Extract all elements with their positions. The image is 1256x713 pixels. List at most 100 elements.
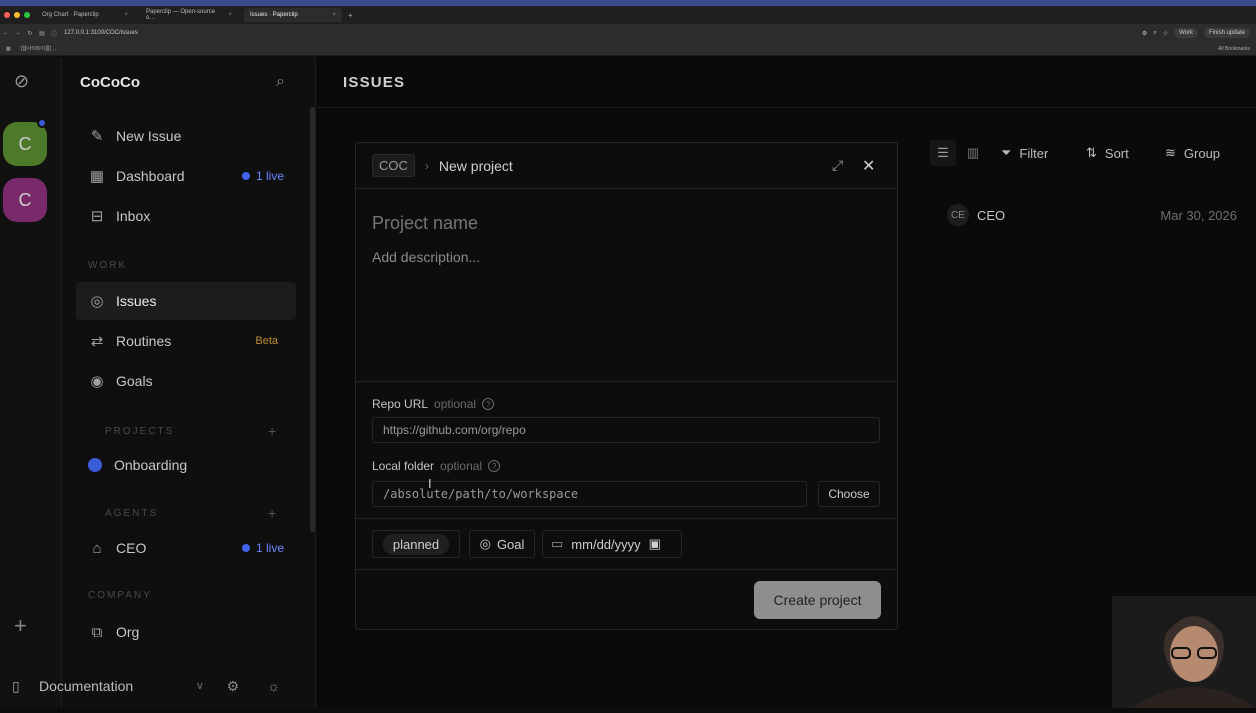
bookmark-item[interactable]: [웹사이트이름] ... (21, 45, 57, 52)
group-button[interactable]: ≋ Group (1165, 140, 1220, 166)
paperclip-icon[interactable]: ⊘ (14, 71, 29, 92)
maximize-window-button[interactable] (24, 12, 30, 18)
live-badge-label: 1 live (255, 541, 284, 555)
local-folder-input[interactable]: /absolute/path/to/workspace (372, 481, 807, 507)
chevron-right-icon: › (424, 158, 429, 173)
goal-picker[interactable]: ◎ Goal (469, 530, 535, 558)
sidebar-item-issues[interactable]: ◎ Issues (76, 282, 296, 320)
section-divider (356, 381, 897, 382)
version-label: v (197, 680, 203, 692)
board-view-icon[interactable]: ▥ (960, 140, 986, 166)
close-icon[interactable]: ✕ (862, 156, 875, 176)
create-project-button[interactable]: Create project (754, 581, 881, 619)
address-bar: ← → ↻ ▤ ⓘ 127.0.0.1:3100/COC/issues ⚙ ⌕ … (0, 24, 1256, 42)
choose-folder-button[interactable]: Choose (818, 481, 880, 507)
nav-label: Dashboard (116, 168, 185, 184)
all-bookmarks-link[interactable]: All Bookmarks (1218, 46, 1256, 52)
breadcrumb-company[interactable]: COC (372, 154, 415, 177)
new-issue-button[interactable]: ✎ New Issue (76, 117, 296, 155)
sidebar-item-inbox[interactable]: ⊟ Inbox (76, 197, 296, 235)
calendar-picker-icon[interactable]: ▣ (649, 536, 661, 552)
company-rail: ⊘ C C + (0, 57, 62, 708)
project-name-input[interactable] (372, 213, 872, 234)
org-chart-icon: ⧉ (91, 623, 103, 641)
sort-button[interactable]: ⇅ Sort (1086, 140, 1129, 166)
browser-tab[interactable]: Org Chart · Paperclip × (36, 8, 134, 22)
optional-label: optional (440, 459, 483, 473)
issues-circle-icon: ◎ (90, 293, 104, 310)
forward-icon[interactable]: → (12, 30, 24, 36)
live-dot (241, 544, 250, 552)
avatar: CE (947, 204, 969, 226)
tab-label: Paperclip — Open-source o… (146, 9, 216, 21)
nav-label: Goals (116, 373, 153, 389)
sidebar-item-goals[interactable]: ◉ Goals (76, 362, 296, 400)
sidebar: CoCoCo ⌕ ✎ New Issue ▦ Dashboard 1 live ⊟ In… (62, 57, 316, 708)
sidebar-item-ceo[interactable]: ⌂ CEO 1 live (76, 529, 296, 567)
help-icon[interactable]: ? (488, 460, 501, 472)
live-dot (241, 172, 250, 180)
inbox-icon: ⊟ (90, 208, 104, 225)
minimize-window-button[interactable] (14, 12, 20, 18)
company-switcher-c2[interactable]: C (3, 178, 47, 222)
book-icon: ▯ (12, 677, 20, 694)
new-project-dialog: COC › New project ⤢ ✕ Add description...… (355, 142, 898, 630)
update-button[interactable]: Finish update (1203, 28, 1250, 38)
add-company-button[interactable]: + (14, 613, 27, 639)
browser-tab[interactable]: Paperclip — Open-source o… × (140, 8, 238, 22)
section-label-projects: PROJECTS (105, 426, 175, 437)
documentation-link[interactable]: Documentation (39, 678, 133, 694)
close-tab-icon[interactable]: × (228, 12, 232, 18)
nav-label: Onboarding (114, 457, 188, 473)
new-tab-icon[interactable]: + (348, 11, 353, 20)
issue-row[interactable]: CE CEO Mar 30, 2026 (947, 203, 1237, 227)
assignee-name: CEO (977, 207, 1006, 223)
sun-icon[interactable]: ☼ (267, 678, 280, 694)
apps-grid-icon[interactable]: ▦ (6, 46, 11, 52)
sidebar-item-dashboard[interactable]: ▦ Dashboard 1 live (76, 157, 296, 195)
text-cursor-icon: I (428, 476, 432, 491)
repo-url-label: Repo URL optional ? (372, 397, 495, 411)
expand-icon[interactable]: ⤢ (832, 157, 843, 174)
repo-url-input[interactable]: https://github.com/org/repo (372, 417, 880, 443)
add-agent-button[interactable]: + (268, 505, 276, 521)
zoom-icon[interactable]: ⌕ (1153, 30, 1156, 37)
live-badge-label: 1 live (255, 169, 284, 183)
page-title: ISSUES (343, 74, 406, 91)
back-icon[interactable]: ← (0, 30, 12, 36)
sidebar-toggle-icon[interactable]: ▤ (36, 30, 48, 37)
sidebar-item-routines[interactable]: ⇄ Routines Beta (76, 322, 296, 360)
field-label: Local folder (372, 459, 435, 473)
sidebar-scrollbar[interactable] (310, 107, 315, 532)
bookmark-star-icon[interactable]: ☆ (1163, 30, 1168, 37)
notification-dot (37, 118, 47, 128)
browser-tab-active[interactable]: Issues · Paperclip × (244, 8, 342, 22)
company-switcher-c[interactable]: C (3, 122, 47, 166)
reload-icon[interactable]: ↻ (24, 30, 36, 37)
filter-icon: ⏷ (1001, 145, 1012, 160)
section-label-company: COMPANY (88, 590, 152, 601)
search-icon[interactable]: ⌕ (276, 73, 285, 91)
close-tab-icon[interactable]: × (332, 12, 336, 18)
profile-button[interactable]: Work (1174, 28, 1198, 38)
live-badge: 1 live (241, 169, 284, 183)
date-picker[interactable]: ▭ mm/dd/yyyy ▣ (542, 530, 682, 558)
description-input[interactable]: Add description... (372, 249, 480, 265)
issue-date: Mar 30, 2026 (1160, 207, 1237, 223)
section-label-work: WORK (88, 260, 128, 271)
url-field[interactable]: 127.0.0.1:3100/COC/issues (64, 30, 138, 36)
status-picker[interactable]: planned (372, 530, 460, 558)
sidebar-item-org[interactable]: ⧉ Org (76, 613, 296, 651)
sidebar-item-onboarding[interactable]: Onboarding (76, 446, 296, 484)
section-divider (356, 518, 897, 519)
close-window-button[interactable] (4, 12, 10, 18)
filter-button[interactable]: ⏷ Filter (1001, 140, 1048, 166)
nav-label: Issues (116, 293, 157, 309)
extensions-icon[interactable]: ⚙ (1142, 30, 1147, 37)
site-info-icon[interactable]: ⓘ (48, 29, 60, 38)
add-project-button[interactable]: + (268, 423, 276, 439)
close-tab-icon[interactable]: × (124, 12, 128, 18)
list-view-icon[interactable]: ☰ (930, 140, 956, 166)
help-icon[interactable]: ? (482, 398, 495, 410)
gear-icon[interactable]: ⚙ (227, 678, 240, 695)
